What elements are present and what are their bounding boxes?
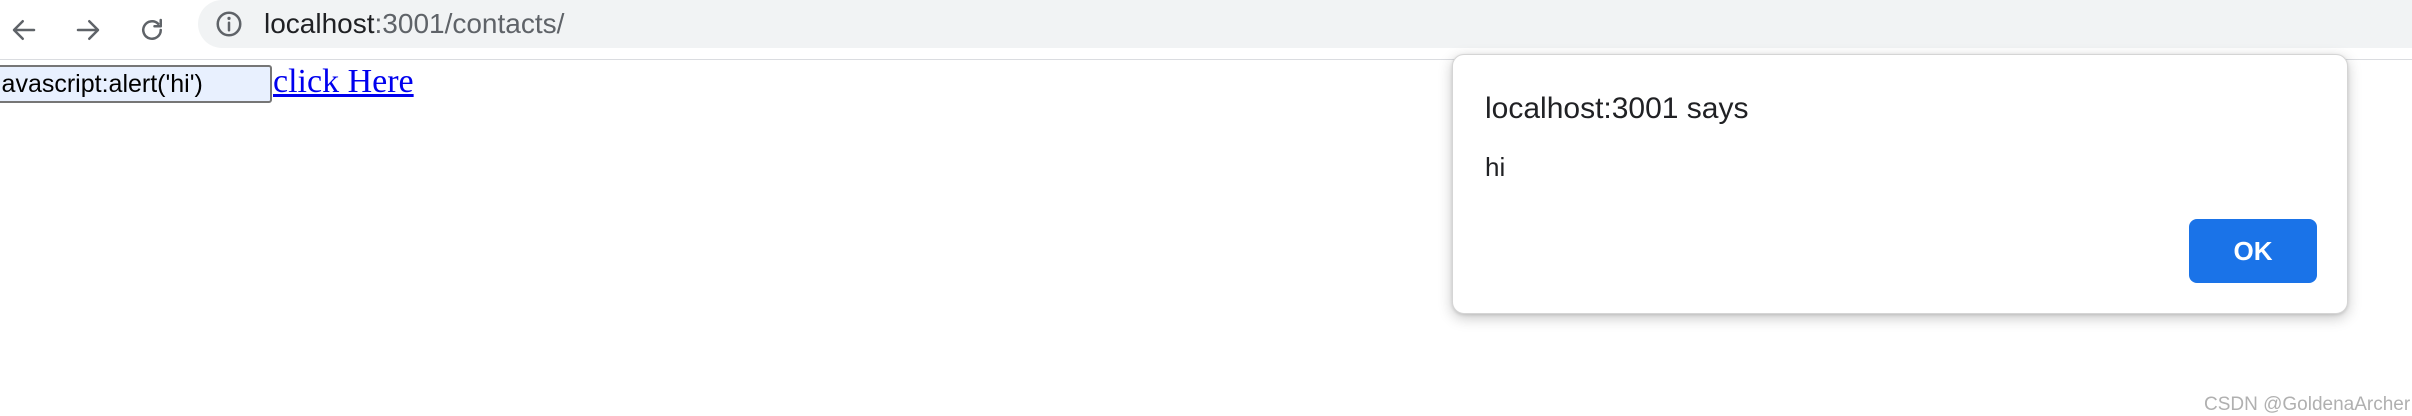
watermark-text: CSDN @GoldenaArcher	[2204, 394, 2411, 415]
url-text: localhost:3001/contacts/	[264, 9, 564, 39]
url-input-field[interactable]	[0, 65, 272, 103]
reload-icon	[142, 18, 162, 40]
browser-toolbar: localhost:3001/contacts/	[0, 0, 2412, 60]
forward-button[interactable]	[64, 6, 112, 54]
ok-button[interactable]: OK	[2189, 219, 2317, 283]
click-here-link[interactable]: click Here	[273, 60, 414, 104]
address-bar[interactable]: localhost:3001/contacts/	[198, 0, 2412, 48]
back-button[interactable]	[0, 6, 48, 54]
url-path: :3001/contacts/	[374, 8, 565, 39]
reload-button[interactable]	[128, 6, 176, 54]
dialog-message: hi	[1485, 152, 1506, 182]
url-host: localhost	[264, 8, 375, 39]
info-circle-icon[interactable]	[214, 9, 244, 39]
arrow-left-icon	[12, 20, 36, 40]
dialog-title: localhost:3001 says	[1485, 92, 1749, 125]
alert-dialog: localhost:3001 says hi OK	[1452, 54, 2348, 314]
arrow-right-icon	[76, 20, 100, 40]
